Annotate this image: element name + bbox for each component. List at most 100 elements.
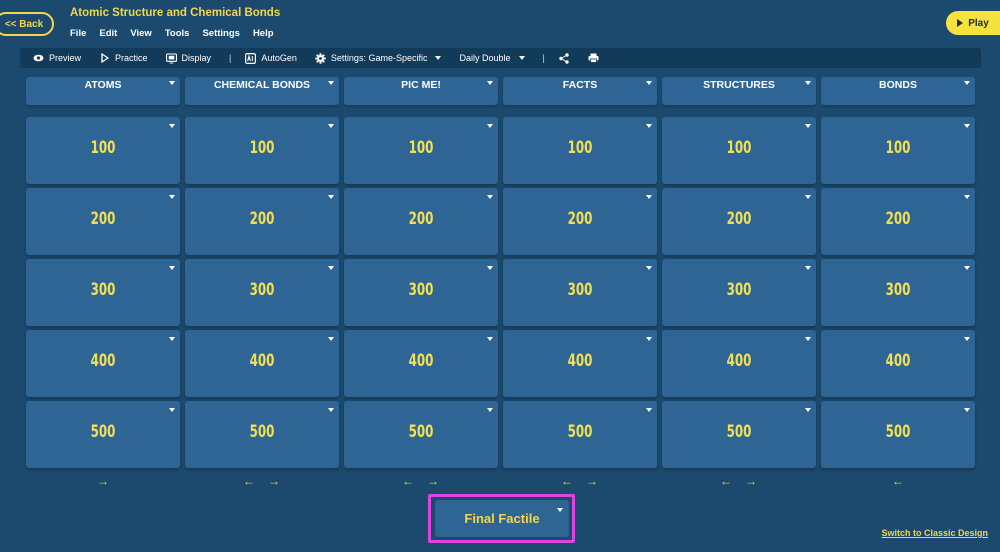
category-header[interactable]: PIC ME! bbox=[344, 77, 498, 105]
question-tile[interactable]: 400 bbox=[662, 330, 816, 397]
question-tile[interactable]: 400 bbox=[185, 330, 339, 397]
move-right-arrow-icon[interactable]: → bbox=[97, 474, 109, 488]
caret-down-icon[interactable] bbox=[964, 81, 970, 85]
question-tile[interactable]: 200 bbox=[26, 188, 180, 255]
question-tile[interactable]: 300 bbox=[185, 259, 339, 326]
switch-classic-link[interactable]: Switch to Classic Design bbox=[881, 528, 988, 538]
question-tile[interactable]: 400 bbox=[821, 330, 975, 397]
question-tile[interactable]: 300 bbox=[821, 259, 975, 326]
final-factile-tile[interactable]: Final Factile bbox=[435, 500, 569, 537]
autogen-button[interactable]: AutoGen bbox=[245, 52, 297, 64]
question-tile[interactable]: 100 bbox=[503, 117, 657, 184]
move-left-arrow-icon[interactable]: ← bbox=[892, 474, 904, 488]
caret-down-icon[interactable] bbox=[487, 124, 493, 128]
menu-file[interactable]: File bbox=[70, 28, 86, 39]
question-tile[interactable]: 300 bbox=[503, 259, 657, 326]
category-header[interactable]: FACTS bbox=[503, 77, 657, 105]
caret-down-icon[interactable] bbox=[328, 408, 334, 412]
question-tile[interactable]: 500 bbox=[662, 401, 816, 468]
display-button[interactable]: Display bbox=[165, 52, 211, 64]
move-left-arrow-icon[interactable]: ← bbox=[402, 474, 414, 488]
menu-settings[interactable]: Settings bbox=[202, 28, 239, 39]
caret-down-icon[interactable] bbox=[646, 266, 652, 270]
caret-down-icon[interactable] bbox=[328, 195, 334, 199]
caret-down-icon[interactable] bbox=[646, 408, 652, 412]
question-tile[interactable]: 100 bbox=[185, 117, 339, 184]
question-tile[interactable]: 300 bbox=[26, 259, 180, 326]
caret-down-icon[interactable] bbox=[328, 81, 334, 85]
menu-view[interactable]: View bbox=[130, 28, 151, 39]
caret-down-icon[interactable] bbox=[169, 124, 175, 128]
daily-double-dropdown[interactable]: Daily Double bbox=[459, 53, 525, 63]
question-tile[interactable]: 400 bbox=[26, 330, 180, 397]
menu-help[interactable]: Help bbox=[253, 28, 274, 39]
move-left-arrow-icon[interactable]: ← bbox=[561, 474, 573, 488]
caret-down-icon[interactable] bbox=[169, 408, 175, 412]
question-tile[interactable]: 100 bbox=[26, 117, 180, 184]
question-tile[interactable]: 100 bbox=[821, 117, 975, 184]
question-tile[interactable]: 300 bbox=[662, 259, 816, 326]
question-tile[interactable]: 500 bbox=[185, 401, 339, 468]
question-tile[interactable]: 400 bbox=[503, 330, 657, 397]
move-right-arrow-icon[interactable]: → bbox=[745, 474, 757, 488]
question-tile[interactable]: 500 bbox=[26, 401, 180, 468]
question-tile[interactable]: 500 bbox=[344, 401, 498, 468]
caret-down-icon[interactable] bbox=[169, 266, 175, 270]
category-header[interactable]: ATOMS bbox=[26, 77, 180, 105]
question-tile[interactable]: 500 bbox=[821, 401, 975, 468]
caret-down-icon[interactable] bbox=[964, 124, 970, 128]
caret-down-icon[interactable] bbox=[646, 124, 652, 128]
caret-down-icon[interactable] bbox=[964, 408, 970, 412]
caret-down-icon[interactable] bbox=[805, 266, 811, 270]
practice-button[interactable]: Practice bbox=[99, 53, 148, 64]
question-tile[interactable]: 200 bbox=[185, 188, 339, 255]
caret-down-icon[interactable] bbox=[964, 337, 970, 341]
caret-down-icon[interactable] bbox=[169, 81, 175, 85]
question-tile[interactable]: 500 bbox=[503, 401, 657, 468]
play-button[interactable]: Play bbox=[946, 11, 1000, 35]
move-left-arrow-icon[interactable]: ← bbox=[720, 474, 732, 488]
caret-down-icon[interactable] bbox=[646, 337, 652, 341]
caret-down-icon[interactable] bbox=[487, 337, 493, 341]
caret-down-icon[interactable] bbox=[964, 195, 970, 199]
caret-down-icon[interactable] bbox=[557, 508, 563, 512]
caret-down-icon[interactable] bbox=[805, 81, 811, 85]
caret-down-icon[interactable] bbox=[646, 195, 652, 199]
question-tile[interactable]: 300 bbox=[344, 259, 498, 326]
category-header[interactable]: STRUCTURES bbox=[662, 77, 816, 105]
caret-down-icon[interactable] bbox=[169, 195, 175, 199]
caret-down-icon[interactable] bbox=[487, 195, 493, 199]
move-right-arrow-icon[interactable]: → bbox=[586, 474, 598, 488]
caret-down-icon[interactable] bbox=[328, 266, 334, 270]
category-header[interactable]: CHEMICAL BONDS bbox=[185, 77, 339, 105]
preview-button[interactable]: Preview bbox=[33, 53, 81, 64]
menu-tools[interactable]: Tools bbox=[165, 28, 190, 39]
caret-down-icon[interactable] bbox=[805, 408, 811, 412]
question-tile[interactable]: 200 bbox=[344, 188, 498, 255]
caret-down-icon[interactable] bbox=[487, 408, 493, 412]
caret-down-icon[interactable] bbox=[328, 124, 334, 128]
caret-down-icon[interactable] bbox=[169, 337, 175, 341]
caret-down-icon[interactable] bbox=[964, 266, 970, 270]
question-tile[interactable]: 200 bbox=[503, 188, 657, 255]
category-header[interactable]: BONDS bbox=[821, 77, 975, 105]
question-tile[interactable]: 200 bbox=[662, 188, 816, 255]
caret-down-icon[interactable] bbox=[805, 337, 811, 341]
question-tile[interactable]: 100 bbox=[662, 117, 816, 184]
question-tile[interactable]: 100 bbox=[344, 117, 498, 184]
menu-edit[interactable]: Edit bbox=[99, 28, 117, 39]
caret-down-icon[interactable] bbox=[487, 81, 493, 85]
question-tile[interactable]: 400 bbox=[344, 330, 498, 397]
back-button[interactable]: << Back bbox=[0, 12, 54, 36]
caret-down-icon[interactable] bbox=[805, 124, 811, 128]
caret-down-icon[interactable] bbox=[487, 266, 493, 270]
print-button[interactable] bbox=[588, 53, 599, 64]
caret-down-icon[interactable] bbox=[328, 337, 334, 341]
question-tile[interactable]: 200 bbox=[821, 188, 975, 255]
move-left-arrow-icon[interactable]: ← bbox=[243, 474, 255, 488]
caret-down-icon[interactable] bbox=[646, 81, 652, 85]
caret-down-icon[interactable] bbox=[805, 195, 811, 199]
move-right-arrow-icon[interactable]: → bbox=[427, 474, 439, 488]
move-right-arrow-icon[interactable]: → bbox=[268, 474, 280, 488]
settings-dropdown[interactable]: Settings: Game-Specific bbox=[315, 52, 442, 64]
